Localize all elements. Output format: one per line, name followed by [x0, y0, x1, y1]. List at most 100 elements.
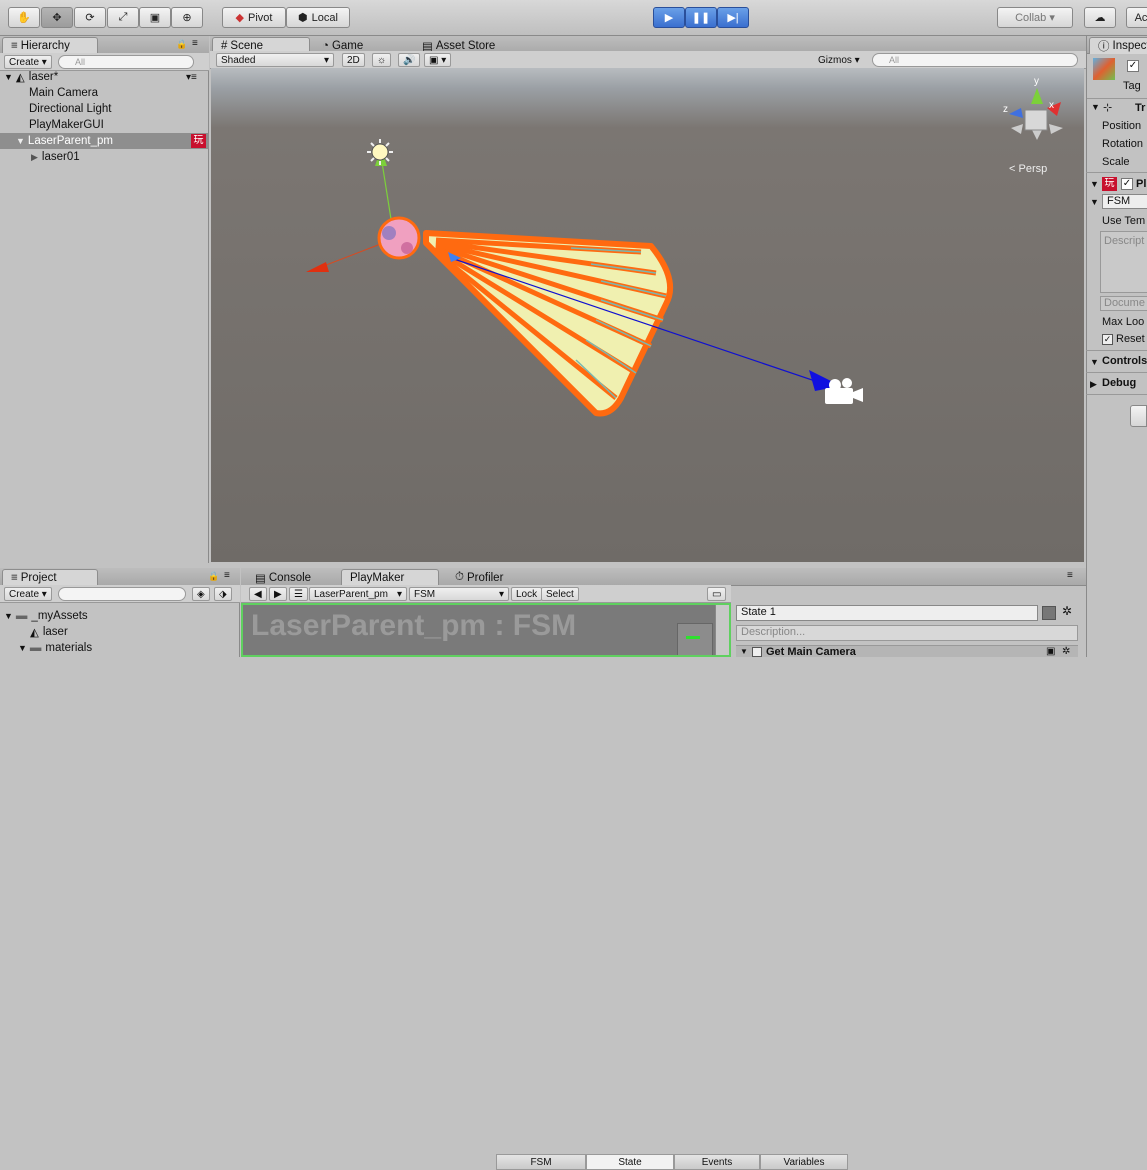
transform-tool-icon[interactable]: ⊕	[171, 7, 203, 28]
state-color-swatch[interactable]	[1042, 606, 1056, 620]
filter-type-icon[interactable]: ◈	[192, 587, 210, 601]
state-name-field[interactable]: State 1	[736, 605, 1038, 621]
tab-label: Project	[21, 572, 57, 584]
filter-label-icon[interactable]: ⬗	[214, 587, 232, 601]
list-item[interactable]: Main Camera	[0, 85, 98, 101]
description-textarea[interactable]: Descript	[1100, 231, 1147, 293]
play-button[interactable]: ▶	[653, 7, 685, 28]
camera-icon[interactable]	[825, 378, 863, 404]
folder-row[interactable]: ▼▬materials	[0, 640, 92, 656]
tab-fsm[interactable]: FSM	[496, 1154, 586, 1170]
add-component-button[interactable]	[1130, 405, 1147, 427]
create-button[interactable]: Create ▾	[4, 55, 52, 69]
effects-icon[interactable]: ▣ ▾	[424, 53, 451, 67]
menu-icon[interactable]: ≡	[1067, 570, 1073, 581]
gizmos-dropdown[interactable]: Gizmos ▾	[814, 53, 864, 67]
triangle-down-icon[interactable]: ▼	[16, 136, 25, 146]
active-checkbox[interactable]: ✓	[1127, 60, 1139, 72]
documentation-url-field[interactable]: Docume	[1100, 296, 1147, 311]
action-row[interactable]: ▼ Get Main Camera ▣ ✲	[736, 645, 1078, 657]
component-enabled-checkbox[interactable]: ✓	[1121, 178, 1133, 190]
rect-tool-icon[interactable]: ▣	[139, 7, 171, 28]
lighting-icon[interactable]: ☼	[372, 53, 391, 67]
triangle-down-icon[interactable]: ▼	[18, 643, 27, 653]
rotate-tool-icon[interactable]: ⟳	[74, 7, 106, 28]
state-description-field[interactable]: Description...	[736, 625, 1078, 641]
triangle-down-icon[interactable]: ▼	[4, 611, 13, 621]
pause-button[interactable]: ❚❚	[685, 7, 717, 28]
playmaker-badge-icon[interactable]: 玩	[191, 134, 206, 148]
cloud-icon[interactable]: ☁	[1084, 7, 1116, 28]
fsm-name-field[interactable]: FSM	[1102, 194, 1147, 209]
fsm-select-dropdown[interactable]: FSM▾	[409, 587, 509, 601]
create-button[interactable]: Create ▾	[4, 587, 52, 601]
triangle-down-icon[interactable]: ▼	[1091, 102, 1100, 112]
tab-profiler[interactable]: ⏱Profiler	[447, 569, 511, 586]
action-help-icon[interactable]: ▣	[1046, 646, 1055, 657]
scene-viewport[interactable]: y x z < Persp	[211, 68, 1084, 562]
local-button[interactable]: ⬢Local	[286, 7, 350, 28]
gear-icon[interactable]: ✲	[1062, 604, 1072, 618]
list-menu-icon[interactable]: ☰	[289, 587, 308, 601]
triangle-right-icon[interactable]: ▼	[1090, 357, 1099, 367]
triangle-down-icon[interactable]: ▼	[1090, 179, 1099, 189]
menu-icon[interactable]: ≡	[224, 570, 230, 581]
2d-toggle[interactable]: 2D	[342, 53, 365, 67]
object-select-dropdown[interactable]: LaserParent_pm▾	[309, 587, 407, 601]
tab-project[interactable]: ≡Project	[2, 569, 98, 586]
audio-icon[interactable]: 🔊	[398, 53, 420, 67]
lock-icon[interactable]: 🔒	[176, 39, 187, 50]
orientation-gizmo[interactable]	[1009, 88, 1063, 140]
triangle-right-icon[interactable]: ▶	[31, 152, 38, 163]
step-button[interactable]: ▶|	[717, 7, 749, 28]
action-enabled-checkbox[interactable]	[752, 647, 762, 657]
asset-row[interactable]: ◭laser	[0, 624, 68, 640]
tab-state[interactable]: State	[586, 1154, 674, 1170]
hierarchy-search-input[interactable]: All	[58, 55, 194, 69]
triangle-right-icon[interactable]: ▶	[1090, 379, 1097, 390]
fsm-graph-canvas[interactable]: LaserParent_pm : FSM	[241, 603, 731, 657]
menu-icon[interactable]: ≡	[192, 38, 198, 49]
account-button[interactable]: Ac	[1126, 7, 1147, 28]
list-item[interactable]: PlayMakerGUI	[0, 117, 104, 133]
select-button[interactable]: Select	[541, 587, 579, 601]
tab-console[interactable]: ▤Console	[247, 569, 319, 586]
scene-search-input[interactable]: All	[872, 53, 1078, 67]
minimap[interactable]	[677, 623, 713, 657]
main-toolbar: ✋ ✥ ⟳ ⤢ ▣ ⊕ ◆Pivot ⬢Local ▶ ❚❚ ▶| Collab…	[0, 0, 1147, 36]
forward-icon[interactable]: ▶	[269, 587, 287, 601]
directional-light-icon[interactable]	[367, 139, 393, 165]
tab-inspector[interactable]: ⓘInspect	[1089, 37, 1147, 54]
list-item[interactable]: Directional Light	[0, 101, 111, 117]
tab-hierarchy[interactable]: ≡Hierarchy	[2, 37, 98, 54]
back-icon[interactable]: ◀	[249, 587, 267, 601]
triangle-down-icon[interactable]: ▼	[740, 647, 748, 656]
debug-header[interactable]: Debug	[1102, 377, 1136, 389]
tab-variables[interactable]: Variables	[760, 1154, 848, 1170]
scene-root-row[interactable]: ▼ ◭ laser* ▾≡	[0, 69, 209, 85]
triangle-down-icon[interactable]: ▼	[1090, 197, 1099, 207]
controls-header[interactable]: Controls	[1102, 355, 1147, 367]
list-item[interactable]: ▶ laser01	[0, 149, 80, 165]
project-search-input[interactable]	[58, 587, 186, 601]
tab-playmaker[interactable]: PlayMaker	[341, 569, 439, 586]
triangle-down-icon[interactable]: ▼	[4, 72, 13, 82]
shading-dropdown[interactable]: Shaded▾	[216, 53, 334, 67]
graph-scrollbar[interactable]	[715, 605, 729, 657]
scene-menu-icon[interactable]: ▾≡	[186, 72, 197, 83]
collab-button[interactable]: Collab ▾	[997, 7, 1073, 28]
reset-checkbox[interactable]: ✓	[1102, 334, 1113, 345]
tab-events[interactable]: Events	[674, 1154, 760, 1170]
move-tool-icon[interactable]: ✥	[41, 7, 73, 28]
laser-source-object[interactable]	[379, 218, 419, 258]
lock-icon[interactable]: 🔒	[208, 571, 219, 582]
persp-label[interactable]: < Persp	[1009, 163, 1047, 175]
scale-tool-icon[interactable]: ⤢	[107, 7, 139, 28]
list-item-selected[interactable]: ▼ LaserParent_pm 玩	[0, 133, 209, 149]
hand-tool-icon[interactable]: ✋	[8, 7, 40, 28]
minimap-icon[interactable]: ▭	[707, 587, 726, 601]
folder-row[interactable]: ▼▬_myAssets	[0, 608, 88, 624]
pivot-button[interactable]: ◆Pivot	[222, 7, 286, 28]
lock-button[interactable]: Lock	[511, 587, 542, 601]
action-gear-icon[interactable]: ✲	[1062, 646, 1070, 657]
